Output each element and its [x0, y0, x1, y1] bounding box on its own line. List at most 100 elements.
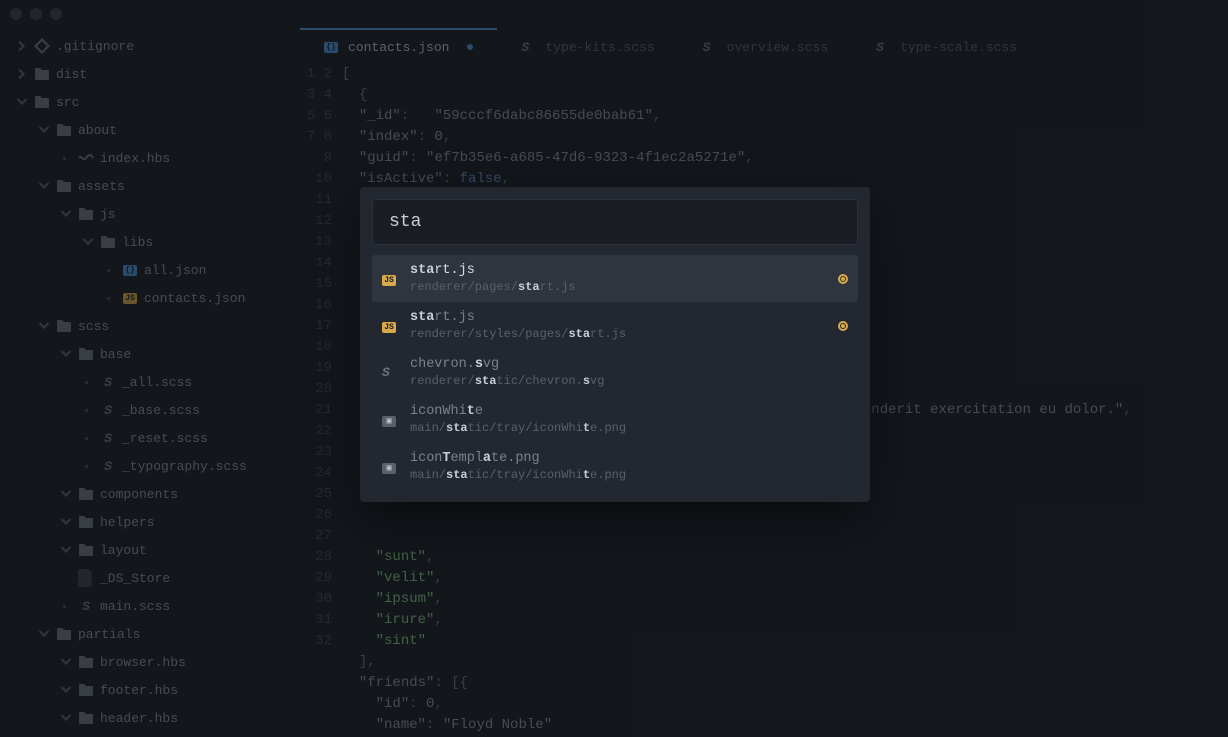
- tree-item-label: main.scss: [100, 599, 170, 614]
- tab-label: type-kits.scss: [545, 40, 654, 55]
- sass-icon: S: [521, 40, 535, 55]
- sass-icon: S: [382, 365, 398, 380]
- tree-item[interactable]: assets: [0, 172, 300, 200]
- command-palette: JSstart.jsrenderer/pages/start.jsJSstart…: [360, 187, 870, 502]
- tree-item[interactable]: helpers: [0, 508, 300, 536]
- palette-result[interactable]: ▣iconTemplate.pngmain/static/tray/iconWh…: [372, 443, 858, 490]
- chevron-down-icon[interactable]: [60, 712, 72, 724]
- line-gutter: 1 2 3 4 5 6 7 8 9 10 11 12 13 14 15 16 1…: [300, 64, 342, 737]
- editor-tab[interactable]: {}contacts.json: [300, 28, 497, 64]
- result-title: start.js: [410, 310, 826, 325]
- tree-item[interactable]: js: [0, 200, 300, 228]
- tree-item[interactable]: S_base.scss: [0, 396, 300, 424]
- image-file-icon: ▣: [382, 412, 398, 427]
- palette-result[interactable]: JSstart.jsrenderer/pages/start.js: [372, 255, 858, 302]
- folder-icon: [78, 683, 94, 697]
- json-file-icon: {}: [324, 42, 338, 53]
- tab-bar: {}contacts.jsonStype-kits.scssSoverview.…: [300, 28, 1228, 64]
- tree-item[interactable]: base: [0, 340, 300, 368]
- sass-icon: S: [876, 40, 890, 55]
- chevron-down-icon[interactable]: [60, 544, 72, 556]
- chevron-down-icon[interactable]: [60, 488, 72, 500]
- tree-item[interactable]: footer.hbs: [0, 676, 300, 704]
- close-window-icon[interactable]: [10, 8, 22, 20]
- tree-item[interactable]: components: [0, 480, 300, 508]
- chevron-down-icon[interactable]: [38, 320, 50, 332]
- file-tree[interactable]: .gitignore dist src about index.hbs assets js l…: [0, 28, 300, 737]
- tree-item[interactable]: scss: [0, 312, 300, 340]
- tree-item[interactable]: partials: [0, 620, 300, 648]
- editor-tab[interactable]: Soverview.scss: [679, 28, 852, 64]
- file-icon: [78, 569, 94, 587]
- maximize-window-icon[interactable]: [50, 8, 62, 20]
- palette-result[interactable]: JSstart.jsrenderer/styles/pages/start.js: [372, 302, 858, 349]
- tree-item[interactable]: {}all.json: [0, 256, 300, 284]
- chevron-down-icon[interactable]: [60, 208, 72, 220]
- tree-item-label: helpers: [100, 515, 155, 530]
- tree-item[interactable]: S _all.scss: [0, 368, 300, 396]
- tree-item[interactable]: layout: [0, 536, 300, 564]
- editor-tab[interactable]: Stype-kits.scss: [497, 28, 678, 64]
- chevron-down-icon[interactable]: [38, 124, 50, 136]
- chevron-down-icon[interactable]: [38, 628, 50, 640]
- js-file-icon: JS: [382, 318, 398, 333]
- tree-item-label: about: [78, 123, 117, 138]
- folder-icon: [78, 487, 94, 501]
- sass-icon: S: [100, 431, 116, 446]
- git-icon: [34, 38, 50, 54]
- tree-item-label: _typography.scss: [122, 459, 247, 474]
- tree-item-label: _all.scss: [122, 375, 192, 390]
- chevron-down-icon[interactable]: [60, 348, 72, 360]
- tree-item-label: index.hbs: [100, 151, 170, 166]
- tree-item-label: footer.hbs: [100, 683, 178, 698]
- sass-icon: S: [703, 40, 717, 55]
- tree-item[interactable]: libs: [0, 228, 300, 256]
- result-path: renderer/pages/start.js: [410, 280, 826, 294]
- chevron-down-icon[interactable]: [38, 180, 50, 192]
- tree-item[interactable]: about: [0, 116, 300, 144]
- tree-item-label: assets: [78, 179, 125, 194]
- editor-tab[interactable]: Stype-scale.scss: [852, 28, 1041, 64]
- tree-item[interactable]: .gitignore: [0, 32, 300, 60]
- tab-label: type-scale.scss: [900, 40, 1017, 55]
- tree-item-label: _base.scss: [122, 403, 200, 418]
- tree-item-label: contacts.json: [144, 291, 245, 306]
- folder-icon: [78, 543, 94, 557]
- folder-icon: [56, 179, 72, 193]
- result-title: chevron.svg: [410, 357, 848, 372]
- minimize-window-icon[interactable]: [30, 8, 42, 20]
- chevron-right-icon[interactable]: [16, 68, 28, 80]
- tree-item[interactable]: dist: [0, 60, 300, 88]
- tree-item[interactable]: S _typography.scss: [0, 452, 300, 480]
- tree-item[interactable]: _DS_Store: [0, 564, 300, 592]
- tree-item[interactable]: S_reset.scss: [0, 424, 300, 452]
- chevron-down-icon[interactable]: [16, 96, 28, 108]
- modified-badge-icon: [838, 321, 848, 331]
- result-path: main/static/tray/iconWhite.png: [410, 421, 848, 435]
- folder-icon: [56, 627, 72, 641]
- titlebar: [0, 0, 1228, 28]
- chevron-down-icon[interactable]: [60, 656, 72, 668]
- chevron-down-icon[interactable]: [60, 516, 72, 528]
- tree-item-label: libs: [122, 235, 153, 250]
- tree-item-label: scss: [78, 319, 109, 334]
- chevron-right-icon[interactable]: [16, 40, 28, 52]
- tree-item[interactable]: header.hbs: [0, 704, 300, 732]
- tree-item[interactable]: Smain.scss: [0, 592, 300, 620]
- palette-result[interactable]: Schevron.svgrenderer/static/chevron.svg: [372, 349, 858, 396]
- sass-icon: S: [100, 375, 116, 390]
- tree-item[interactable]: JScontacts.json: [0, 284, 300, 312]
- tree-item-label: dist: [56, 67, 87, 82]
- palette-search-input[interactable]: [372, 199, 858, 245]
- palette-result[interactable]: ▣iconWhitemain/static/tray/iconWhite.png: [372, 396, 858, 443]
- chevron-down-icon[interactable]: [60, 684, 72, 696]
- folder-icon: [56, 319, 72, 333]
- chevron-down-icon[interactable]: [82, 236, 94, 248]
- tree-item[interactable]: index.hbs: [0, 144, 300, 172]
- result-path: main/static/tray/iconWhite.png: [410, 468, 848, 482]
- result-title: start.js: [410, 263, 826, 278]
- sass-icon: S: [100, 459, 116, 474]
- tree-item[interactable]: browser.hbs: [0, 648, 300, 676]
- tree-item[interactable]: src: [0, 88, 300, 116]
- json-file-icon: {}: [122, 265, 138, 276]
